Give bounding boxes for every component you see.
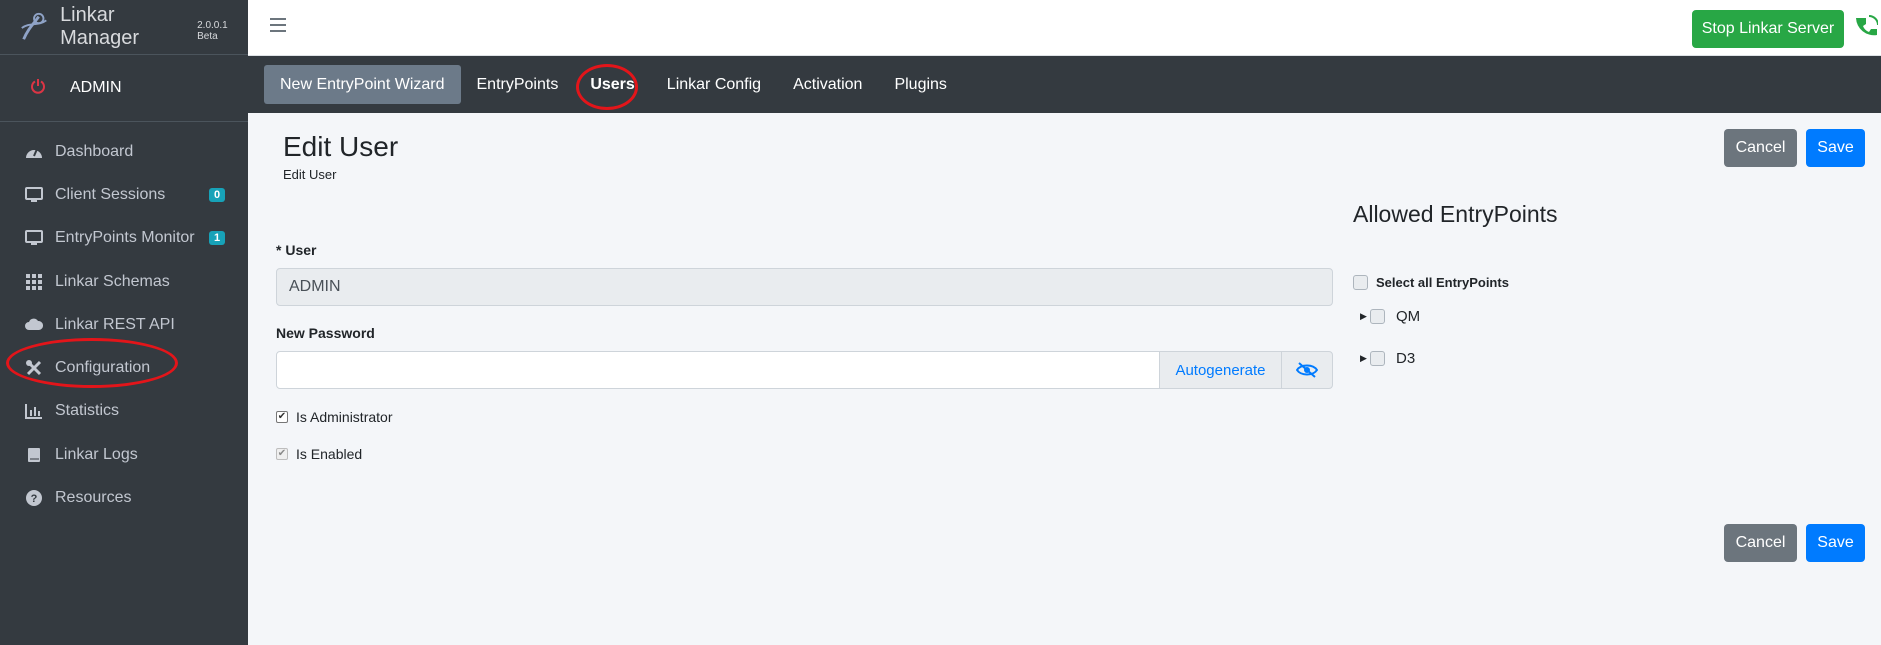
user-field[interactable]: ADMIN — [276, 268, 1333, 306]
save-button-bottom[interactable]: Save — [1806, 524, 1865, 562]
svg-text:?: ? — [31, 493, 38, 505]
hamburger-menu-icon[interactable] — [270, 18, 286, 32]
select-all-entrypoints-label: Select all EntryPoints — [1376, 275, 1509, 290]
page-title: Edit User — [283, 131, 399, 162]
config-tabs: New EntryPoint Wizard EntryPoints Users … — [248, 56, 1881, 113]
stop-server-button[interactable]: Stop Linkar Server — [1692, 10, 1844, 48]
sidebar-item-label: Dashboard — [55, 142, 134, 160]
entrypoint-checkbox[interactable] — [1370, 351, 1385, 366]
monitor-icon — [22, 228, 46, 248]
tab-new-entrypoint-wizard[interactable]: New EntryPoint Wizard — [264, 65, 461, 104]
entrypoint-tree-item: ▶ QM — [1360, 308, 1420, 325]
sidebar-item-configuration[interactable]: Configuration — [0, 346, 248, 389]
power-icon[interactable] — [30, 78, 52, 99]
sidebar-item-label: Client Sessions — [55, 185, 166, 203]
main-content: Edit User Edit User Cancel Save * User A… — [248, 113, 1881, 645]
expand-caret-icon[interactable]: ▶ — [1360, 311, 1370, 322]
book-icon — [22, 445, 46, 465]
top-navbar: Stop Linkar Server — [248, 0, 1881, 56]
tab-activation[interactable]: Activation — [777, 65, 878, 104]
grid-icon — [22, 272, 46, 292]
sidebar-item-dashboard[interactable]: Dashboard — [0, 130, 248, 173]
select-all-entrypoints-row: Select all EntryPoints — [1353, 275, 1509, 290]
is-enabled-row: ✔ Is Enabled — [276, 446, 362, 462]
sidebar-item-client-sessions[interactable]: Client Sessions 0 — [0, 173, 248, 216]
entrypoint-label: D3 — [1396, 350, 1416, 367]
user-panel: ADMIN — [0, 55, 248, 122]
entrypoint-tree-item: ▶ D3 — [1360, 350, 1415, 367]
tools-icon — [22, 358, 46, 378]
sidebar-item-linkar-rest-api[interactable]: Linkar REST API — [0, 303, 248, 346]
is-administrator-checkbox[interactable]: ✔ — [276, 411, 288, 423]
sidebar-nav: Dashboard Client Sessions 0 EntryPoints … — [0, 130, 248, 520]
toggle-password-visibility-button[interactable] — [1281, 351, 1333, 389]
brand-version: 2.0.0.1 Beta — [197, 20, 228, 42]
sessions-count-badge: 0 — [209, 187, 226, 202]
user-field-label: * User — [276, 242, 317, 258]
tab-linkar-config[interactable]: Linkar Config — [651, 65, 777, 104]
tab-users[interactable]: Users — [574, 65, 650, 104]
brand[interactable]: Linkar Manager 2.0.0.1 Beta — [0, 0, 248, 55]
sidebar-item-label: EntryPoints Monitor — [55, 229, 195, 247]
bar-chart-icon — [22, 401, 46, 421]
cloud-icon — [22, 315, 46, 335]
sidebar-item-label: Linkar REST API — [55, 315, 175, 333]
entrypoint-checkbox[interactable] — [1370, 309, 1385, 324]
sidebar-item-statistics[interactable]: Statistics — [0, 390, 248, 433]
sidebar-item-label: Linkar Schemas — [55, 272, 170, 290]
entrypoint-label: QM — [1396, 308, 1421, 325]
cancel-button-top[interactable]: Cancel — [1724, 129, 1797, 167]
tab-plugins[interactable]: Plugins — [878, 65, 962, 104]
entrypoints-count-badge: 1 — [209, 231, 226, 246]
sidebar-item-label: Configuration — [55, 359, 151, 377]
current-user-name[interactable]: ADMIN — [70, 79, 122, 97]
save-button-top[interactable]: Save — [1806, 129, 1865, 167]
select-all-entrypoints-checkbox[interactable] — [1353, 275, 1368, 290]
tab-entrypoints[interactable]: EntryPoints — [461, 65, 575, 104]
sidebar-item-linkar-schemas[interactable]: Linkar Schemas — [0, 260, 248, 303]
connection-status-icon — [1856, 15, 1878, 36]
expand-caret-icon[interactable]: ▶ — [1360, 353, 1370, 364]
allowed-entrypoints-title: Allowed EntryPoints — [1353, 201, 1558, 227]
is-administrator-row: ✔ Is Administrator — [276, 409, 392, 425]
sidebar-item-entrypoints-monitor[interactable]: EntryPoints Monitor 1 — [0, 217, 248, 260]
autogenerate-button[interactable]: Autogenerate — [1159, 351, 1282, 389]
monitor-icon — [22, 185, 46, 205]
sidebar-item-linkar-logs[interactable]: Linkar Logs — [0, 433, 248, 476]
sidebar-item-resources[interactable]: ? Resources — [0, 476, 248, 519]
sidebar: Linkar Manager 2.0.0.1 Beta ADMIN Dashbo… — [0, 0, 248, 645]
is-enabled-label: Is Enabled — [296, 446, 363, 462]
sidebar-item-label: Linkar Logs — [55, 445, 138, 463]
cancel-button-bottom[interactable]: Cancel — [1724, 524, 1797, 562]
user-field-value: ADMIN — [289, 278, 341, 295]
sidebar-item-label: Resources — [55, 489, 132, 507]
question-circle-icon: ? — [22, 488, 46, 508]
is-enabled-checkbox[interactable]: ✔ — [276, 448, 288, 460]
new-password-label: New Password — [276, 325, 375, 341]
sidebar-item-label: Statistics — [55, 402, 120, 420]
new-password-input[interactable] — [276, 351, 1160, 389]
is-administrator-label: Is Administrator — [296, 409, 393, 425]
eye-slash-icon — [1296, 362, 1318, 378]
linkar-logo-icon — [21, 12, 47, 40]
dashboard-icon — [22, 142, 46, 162]
brand-title: Linkar Manager — [60, 4, 139, 49]
page-subtitle: Edit User — [283, 167, 337, 182]
